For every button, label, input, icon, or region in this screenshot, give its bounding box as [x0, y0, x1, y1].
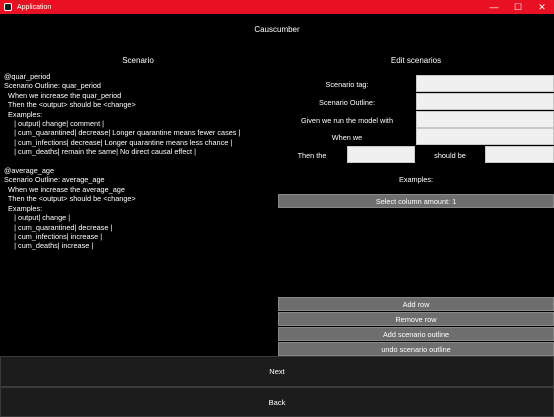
next-button[interactable]: Next	[0, 356, 554, 387]
should-be-input[interactable]	[485, 146, 554, 163]
given-input[interactable]	[416, 111, 554, 128]
scenario-outline-label: Scenario Outline:	[319, 98, 375, 107]
edit-scenarios-heading: Edit scenarios	[390, 56, 442, 65]
add-scenario-outline-button[interactable]: Add scenario outline	[278, 327, 554, 341]
when-input[interactable]	[416, 128, 554, 145]
undo-scenario-outline-button[interactable]: undo scenario outline	[278, 342, 554, 356]
back-button[interactable]: Back	[0, 387, 554, 417]
maximize-icon[interactable]: ☐	[506, 0, 530, 14]
app-icon	[4, 3, 12, 11]
close-icon[interactable]: ✕	[530, 0, 554, 14]
then-input[interactable]	[347, 146, 415, 163]
should-be-label: should be	[434, 151, 466, 160]
window-title: Application	[17, 3, 52, 11]
then-label: Then the	[297, 151, 327, 160]
when-label: When we	[331, 133, 363, 142]
scenario-tag-label: Scenario tag:	[325, 80, 369, 89]
examples-label: Examples:	[398, 175, 434, 184]
add-row-button[interactable]: Add row	[278, 297, 554, 311]
scenario-text: @quar_period Scenario Outline: quar_peri…	[4, 72, 241, 251]
select-column-amount-dropdown[interactable]: Select column amount: 1	[278, 194, 554, 208]
scenario-outline-input[interactable]	[416, 93, 554, 110]
remove-row-button[interactable]: Remove row	[278, 312, 554, 326]
given-label: Given we run the model with	[300, 116, 394, 125]
app-heading: Causcumber	[254, 25, 300, 34]
window-titlebar: Application — ☐ ✕	[0, 0, 554, 14]
scenario-tag-input[interactable]	[416, 75, 554, 92]
minimize-icon[interactable]: —	[482, 0, 506, 14]
scenario-heading: Scenario	[122, 56, 154, 65]
